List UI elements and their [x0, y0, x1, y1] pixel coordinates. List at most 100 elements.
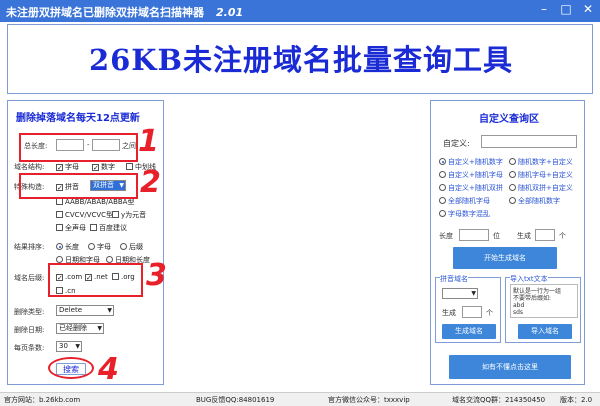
radio-all-letters[interactable]: 全部随机字母 [439, 196, 490, 206]
chevron-down-icon: ▼ [97, 325, 102, 332]
radio-custom-letters[interactable]: 自定义+随机字母 [439, 170, 503, 180]
checkbox-checked-icon: ✓ [56, 164, 63, 172]
radio-custom-pinyin-label: 自定义+随机双拼 [448, 184, 503, 192]
checkbox-checked-icon: ✓ [92, 164, 99, 172]
import-box: 导入txt文本 默认是一行为一组 不要带后缀如: abd sds 导入域名 [505, 274, 581, 343]
start-generate-button[interactable]: 开始生成域名 [453, 247, 557, 269]
domain-structure-label: 域名结构: [14, 163, 45, 171]
radio-sort-letter[interactable]: 字母 [88, 242, 111, 252]
right-panel: 自定义查询区 自定义: 自定义+随机数字 随机数字+自定义 自定义+随机字母 随… [430, 100, 585, 385]
checkbox-letters[interactable]: ✓ 字母 [56, 162, 79, 172]
radio-empty-icon [509, 158, 516, 165]
checkbox-empty-icon [126, 163, 133, 170]
import-textarea[interactable]: 默认是一行为一组 不要带后缀如: abd sds [510, 284, 578, 318]
radio-digits-custom[interactable]: 随机数字+自定义 [509, 157, 573, 167]
radio-pinyin-custom-label: 随机双拼+自定义 [518, 184, 573, 192]
pinyin-count-unit: 个 [486, 309, 493, 317]
radio-empty-icon [509, 171, 516, 178]
checkbox-empty-icon [56, 224, 63, 231]
annotation-box-3 [48, 263, 143, 297]
radio-empty-icon [509, 197, 516, 204]
per-page-label: 每页条数: [14, 344, 45, 352]
annotation-number-3: 3 [146, 258, 167, 293]
radio-sort-length[interactable]: 长度 [56, 242, 79, 252]
minimize-icon[interactable]: – [532, 0, 556, 18]
checkbox-cvcv[interactable]: CVCV/VCVC型 [56, 210, 113, 220]
radio-empty-icon [509, 184, 516, 191]
annotation-number-4: 4 [98, 352, 119, 387]
generate-domain-button[interactable]: 生成域名 [442, 324, 496, 339]
help-button[interactable]: 如有不懂点击这里 [449, 355, 571, 379]
digit-label: 位 [493, 232, 500, 240]
radio-sort-length-label: 长度 [65, 243, 79, 251]
status-bug: BUG反馈QQ:84801619 [196, 396, 275, 404]
status-wechat: 官方微信公众号：txxxvip [328, 396, 410, 404]
radio-all-digits[interactable]: 全部随机数字 [509, 196, 560, 206]
banner-heading: 26KB未注册域名批量查询工具 [88, 43, 514, 77]
delete-date-select[interactable]: 已经删除 ▼ [56, 323, 104, 334]
status-site: 官方网站：b.26kb.com [4, 396, 81, 404]
annotation-number-1: 1 [138, 124, 159, 159]
checkbox-baidu[interactable]: 百度建议 [90, 223, 127, 233]
delete-type-label: 删除类型: [14, 308, 45, 316]
count-unit-label: 个 [559, 232, 566, 240]
suffix-label: 域名后缀: [14, 274, 45, 282]
radio-pinyin-custom[interactable]: 随机双拼+自定义 [509, 183, 573, 193]
checkbox-baidu-label: 百度建议 [99, 224, 127, 232]
pinyin-generate-label: 生成 [442, 309, 456, 317]
checkbox-cvcv-label: CVCV/VCVC型 [65, 211, 114, 219]
radio-sort-suffix[interactable]: 后缀 [120, 242, 143, 252]
maximize-icon[interactable]: □ [554, 0, 578, 18]
import-hint-2: 不要带后缀如: [513, 295, 552, 302]
checkbox-digits[interactable]: ✓ 数字 [92, 162, 115, 172]
chevron-down-icon: ▼ [471, 290, 476, 297]
title-bar: 未注册双拼域名已删除双拼域名扫描神器 2.01 – □ ✕ [0, 0, 600, 22]
radio-empty-icon [106, 256, 113, 263]
count-input[interactable] [535, 229, 555, 241]
window-version: 2.01 [216, 6, 244, 19]
radio-empty-icon [439, 171, 446, 178]
radio-mixed[interactable]: 字母数字混乱 [439, 209, 490, 219]
delete-type-select[interactable]: Delete ▼ [56, 305, 114, 316]
checkbox-letters-label: 字母 [65, 163, 79, 171]
checkbox-empty-icon [90, 224, 97, 231]
checkbox-all-consonants[interactable]: 全声母 [56, 223, 86, 233]
checkbox-aabb-label: AABB/ABAB/ABBA型 [65, 198, 135, 206]
generate-count-label: 生成 [517, 232, 531, 240]
radio-digits-custom-label: 随机数字+自定义 [518, 158, 573, 166]
radio-sort-letter-label: 字母 [97, 243, 111, 251]
radio-empty-icon [120, 243, 127, 250]
checkbox-digits-label: 数字 [101, 163, 115, 171]
length-label: 长度 [439, 232, 453, 240]
delete-date-label: 删除日期: [14, 326, 45, 334]
radio-custom-pinyin[interactable]: 自定义+随机双拼 [439, 183, 503, 193]
radio-sort-suffix-label: 后缀 [129, 243, 143, 251]
checkbox-all-consonants-label: 全声母 [65, 224, 86, 232]
pinyin-count-input[interactable] [462, 306, 482, 318]
custom-label: 自定义: [443, 139, 470, 148]
pinyin-select[interactable]: ▼ [442, 288, 478, 299]
pinyin-box-title: 拼音域名 [440, 274, 468, 284]
import-domain-button[interactable]: 导入域名 [518, 324, 572, 339]
radio-empty-icon [439, 197, 446, 204]
custom-input[interactable] [481, 135, 577, 148]
radio-custom-digits[interactable]: 自定义+随机数字 [439, 157, 503, 167]
radio-selected-icon [439, 158, 446, 165]
radio-empty-icon [88, 243, 95, 250]
banner: 26KB未注册域名批量查询工具 [7, 24, 593, 94]
per-page-select[interactable]: 30 ▼ [56, 341, 82, 352]
length-input[interactable] [459, 229, 489, 241]
left-panel-title: 删除掉落域名每天12点更新 [16, 113, 140, 124]
radio-empty-icon [56, 256, 63, 263]
radio-letters-custom[interactable]: 随机字母+自定义 [509, 170, 573, 180]
close-icon[interactable]: ✕ [576, 0, 600, 18]
checkbox-y-vowel-label: y为元音 [121, 211, 147, 219]
radio-selected-icon [56, 243, 63, 250]
status-bar: 官方网站：b.26kb.com BUG反馈QQ:84801619 官方微信公众号… [0, 392, 600, 406]
checkbox-y-vowel[interactable]: y为元音 [112, 210, 146, 220]
window-title: 未注册双拼域名已删除双拼域名扫描神器 2.01 [6, 4, 243, 20]
chevron-down-icon: ▼ [75, 343, 80, 350]
status-version: 版本：2.0 [560, 396, 593, 404]
annotation-circle-4 [48, 357, 94, 379]
import-box-title: 导入txt文本 [510, 274, 548, 284]
